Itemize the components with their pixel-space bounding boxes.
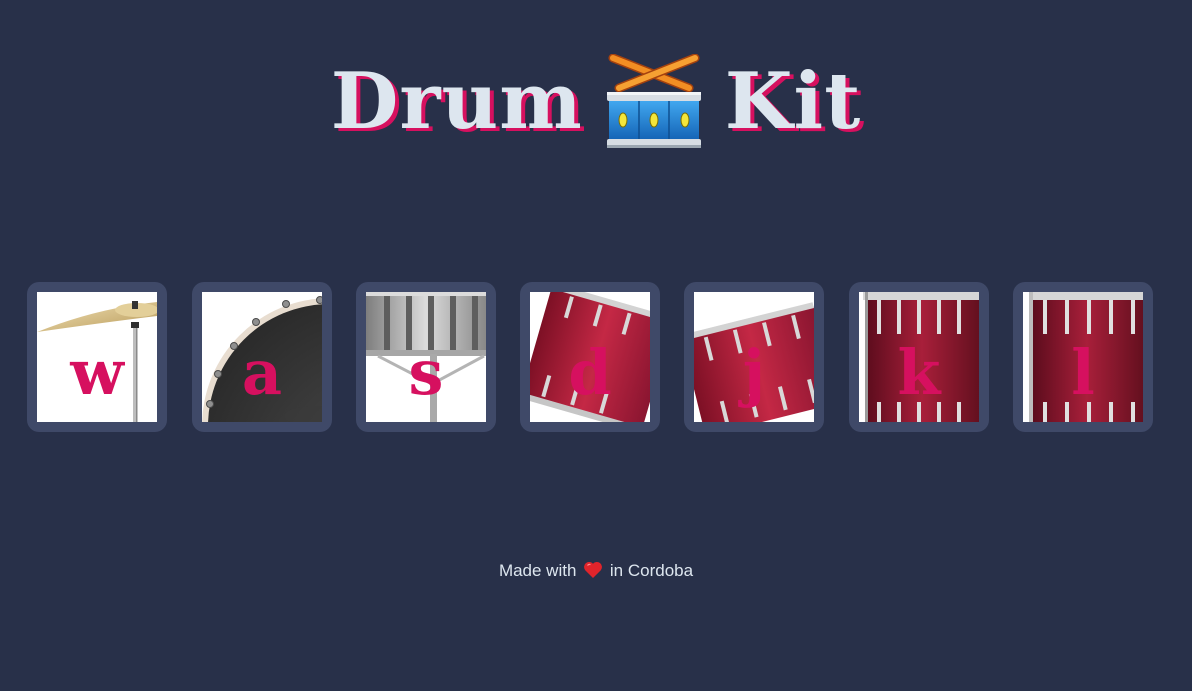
heart-icon	[584, 561, 603, 578]
title-kit-word: Kit	[724, 56, 862, 147]
key-w[interactable]: w	[27, 282, 167, 432]
page-title: Drum Kit	[0, 52, 1192, 152]
title-drum-word: Drum	[330, 56, 583, 147]
key-s-tile[interactable]: s	[366, 292, 486, 422]
footer-prefix: Made with	[498, 561, 577, 580]
footer-suffix: in Cordoba	[609, 561, 694, 580]
key-d[interactable]: d	[520, 282, 660, 432]
key-letter: j	[742, 336, 766, 409]
key-j-tile[interactable]: j	[694, 292, 814, 422]
key-l[interactable]: l	[1013, 282, 1153, 432]
key-letter: s	[408, 336, 444, 409]
key-letter: d	[568, 336, 612, 409]
key-letter: a	[241, 336, 283, 409]
key-d-tile[interactable]: d	[530, 292, 650, 422]
drum-keys: w a s d j k l	[27, 282, 1167, 432]
drum-with-sticks-icon	[606, 54, 701, 148]
key-a[interactable]: a	[192, 282, 332, 432]
key-letter: k	[897, 336, 941, 409]
key-s[interactable]: s	[356, 282, 496, 432]
footer: Made with in Cordoba	[0, 561, 1192, 581]
key-w-tile[interactable]: w	[37, 292, 157, 422]
key-letter: w	[70, 336, 124, 409]
key-letter: l	[1071, 336, 1095, 409]
key-l-tile[interactable]: l	[1023, 292, 1143, 422]
key-k-tile[interactable]: k	[859, 292, 979, 422]
key-j[interactable]: j	[684, 282, 824, 432]
key-a-tile[interactable]: a	[202, 292, 322, 422]
key-k[interactable]: k	[849, 282, 989, 432]
drum-kit-page: Drum Kit w a s d j k l Made with in Cord…	[0, 0, 1192, 691]
